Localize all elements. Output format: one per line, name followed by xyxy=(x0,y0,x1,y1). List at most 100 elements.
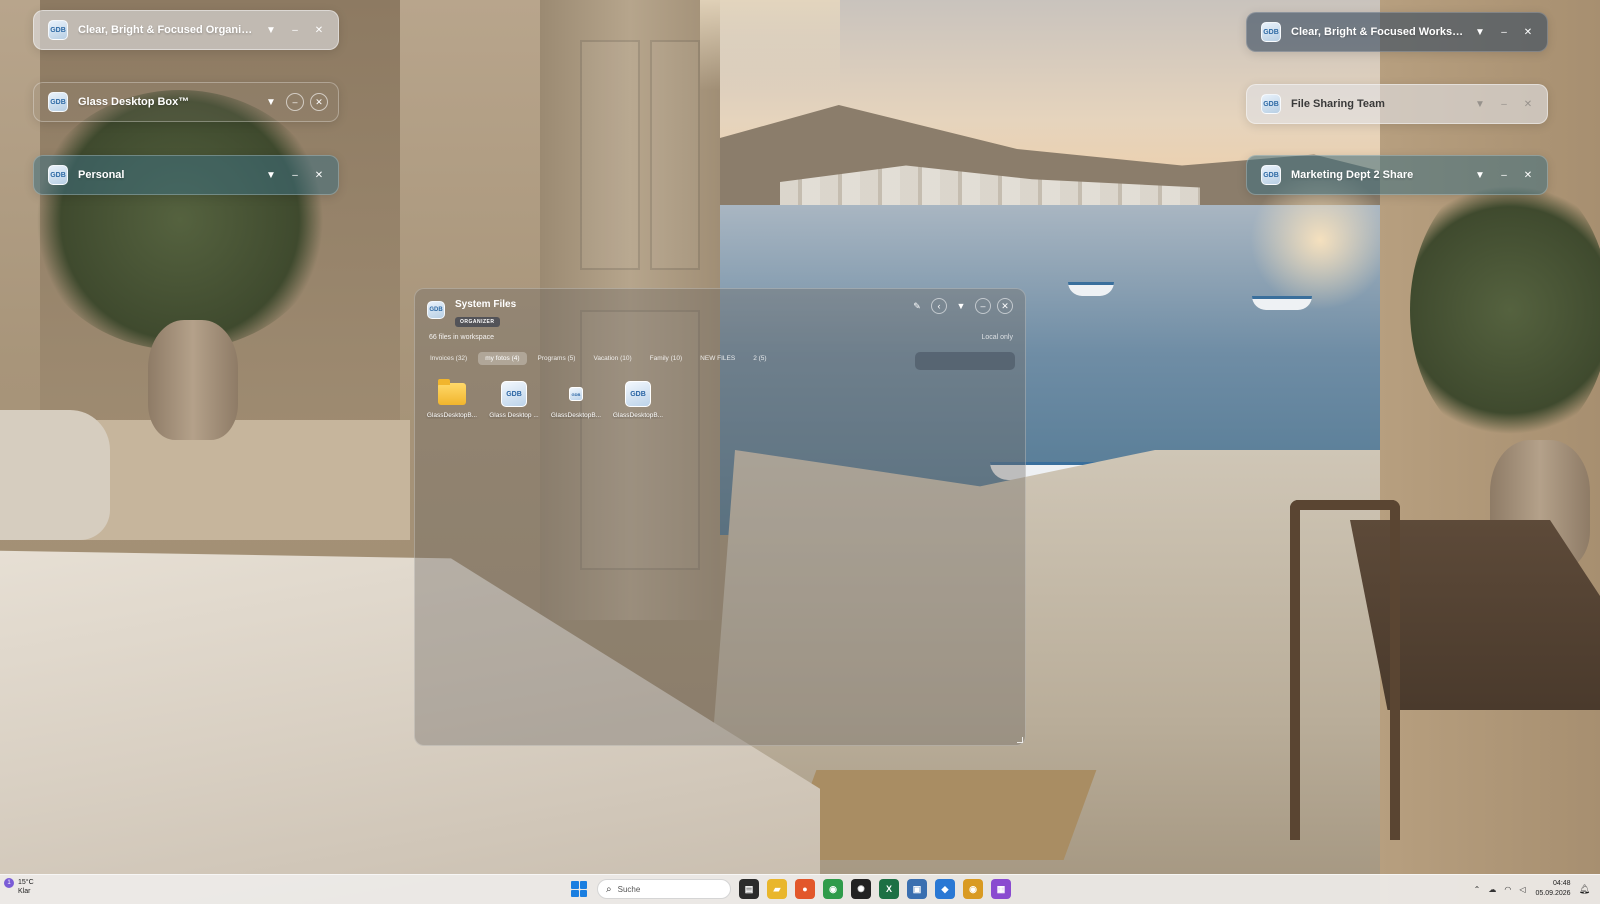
tab-my-fotos[interactable]: my fotos (4) xyxy=(478,352,527,365)
file-name: Glass Desktop ... xyxy=(489,412,539,419)
panel-controls: ✎ ‹ ▼ – ✕ xyxy=(903,298,1013,314)
file-name: GlassDesktopB... xyxy=(426,412,478,419)
fence-menu-button[interactable]: ▼ xyxy=(1471,23,1489,41)
tab-2[interactable]: 2 (5) xyxy=(746,352,773,365)
chrome-icon[interactable]: ◉ xyxy=(823,879,843,899)
fence-minimize-button[interactable]: – xyxy=(1495,23,1513,41)
fence-minimize-button[interactable]: – xyxy=(1495,166,1513,184)
app-purple-icon[interactable]: ▦ xyxy=(991,879,1011,899)
glass-desktop-logo-icon: GDB xyxy=(1261,22,1281,42)
glass-desktop-logo-icon: GDB xyxy=(1261,165,1281,185)
system-tray: ⌃ ☁ ◠ ◁ 04:48 05.09.2026 🔔︎ xyxy=(1466,879,1590,899)
gdb-file-icon: GDB xyxy=(501,381,527,407)
back-button[interactable]: ‹ xyxy=(931,298,947,314)
tab-new-files[interactable]: NEW FILES xyxy=(693,352,742,365)
fence-marketing-dept-2-share[interactable]: GDB Marketing Dept 2 Share ▼ – ✕ xyxy=(1246,155,1548,195)
tab-family[interactable]: Family (10) xyxy=(643,352,690,365)
fence-close-button[interactable]: ✕ xyxy=(310,93,328,111)
chatgpt-icon[interactable]: ✺ xyxy=(851,879,871,899)
panel-title: System Files xyxy=(455,299,517,310)
weather-badge: 1 xyxy=(4,878,14,888)
weather-desc: Klar xyxy=(18,888,31,895)
file-item[interactable]: GDB Glass Desktop ... xyxy=(483,381,545,419)
fence-menu-button[interactable]: ▼ xyxy=(262,21,280,39)
wallpaper-boat xyxy=(1068,282,1114,296)
panel-tabs: Invoices (32) my fotos (4) Programs (5) … xyxy=(423,352,778,365)
cloud-icon[interactable]: ☁ xyxy=(1488,885,1496,894)
app-blue-icon[interactable]: ◆ xyxy=(935,879,955,899)
fence-title: Personal xyxy=(78,169,125,181)
glass-desktop-logo-icon: GDB xyxy=(48,92,68,112)
taskbar-apps: ⌕ Suche ▤ ▰ ● ◉ ✺ X ▣ ◆ ◉ ▦ xyxy=(571,879,1011,899)
fence-minimize-button[interactable]: – xyxy=(286,93,304,111)
system-files-panel[interactable]: GDB System Files ORGANIZER ✎ ‹ ▼ – ✕ 66 … xyxy=(414,288,1026,746)
fence-menu-button[interactable]: ▼ xyxy=(1471,95,1489,113)
weather-widget[interactable]: 1 15°C Klar xyxy=(4,878,34,896)
fence-close-button[interactable]: ✕ xyxy=(1519,95,1537,113)
fence-organizer-2[interactable]: GDB Clear, Bright & Focused Organizer 2 … xyxy=(33,10,339,50)
volume-icon[interactable]: ◁ xyxy=(1519,885,1525,894)
panel-search-input[interactable] xyxy=(915,352,1015,370)
fence-menu-button[interactable]: ▼ xyxy=(1471,166,1489,184)
weather-temp: 15°C xyxy=(18,879,34,886)
glass-desktop-logo-icon: GDB xyxy=(48,165,68,185)
edit-icon[interactable]: ✎ xyxy=(909,298,925,314)
glass-desktop-logo-icon: GDB xyxy=(1261,94,1281,114)
gdb-file-icon: GDB xyxy=(625,381,651,407)
file-count: 66 files in workspace xyxy=(429,334,494,341)
fence-close-button[interactable]: ✕ xyxy=(310,21,328,39)
wallpaper-chair xyxy=(1290,500,1400,840)
fence-close-button[interactable]: ✕ xyxy=(1519,23,1537,41)
glass-desktop-icon[interactable]: ▣ xyxy=(907,879,927,899)
wallpaper-plant xyxy=(30,90,330,350)
fence-personal[interactable]: GDB Personal ▼ – ✕ xyxy=(33,155,339,195)
tab-programs[interactable]: Programs (5) xyxy=(531,352,583,365)
file-explorer-icon[interactable]: ▤ xyxy=(739,879,759,899)
fence-menu-button[interactable]: ▼ xyxy=(262,166,280,184)
clock[interactable]: 04:48 05.09.2026 xyxy=(1536,879,1571,899)
fence-workspace-1[interactable]: GDB Clear, Bright & Focused Workspace 1 … xyxy=(1246,12,1548,52)
fence-menu-button[interactable]: ▼ xyxy=(262,93,280,111)
wallpaper-vase xyxy=(148,320,238,440)
excel-icon[interactable]: X xyxy=(879,879,899,899)
clock-time: 04:48 xyxy=(1553,880,1571,887)
panel-close-button[interactable]: ✕ xyxy=(997,298,1013,314)
file-grid: GlassDesktopB... GDB Glass Desktop ... G… xyxy=(421,379,669,419)
fence-title: Marketing Dept 2 Share xyxy=(1291,169,1414,181)
wallpaper-plant xyxy=(1410,170,1600,450)
gdb-file-small-icon: GDB xyxy=(569,387,583,401)
tab-invoices[interactable]: Invoices (32) xyxy=(423,352,474,365)
wallpaper-pillow xyxy=(0,410,110,540)
file-name: GlassDesktopB... xyxy=(612,412,664,419)
wifi-icon[interactable]: ◠ xyxy=(1504,885,1511,894)
fence-close-button[interactable]: ✕ xyxy=(310,166,328,184)
fence-file-sharing-team[interactable]: GDB File Sharing Team ▼ – ✕ xyxy=(1246,84,1548,124)
tab-vacation[interactable]: Vacation (10) xyxy=(586,352,638,365)
organizer-badge: ORGANIZER xyxy=(455,317,500,327)
panel-minimize-button[interactable]: – xyxy=(975,298,991,314)
file-item[interactable]: GDB GlassDesktopB... xyxy=(607,381,669,419)
local-only-status: Local only xyxy=(981,334,1013,341)
start-button[interactable] xyxy=(571,881,587,897)
firefox-icon[interactable]: ● xyxy=(795,879,815,899)
fence-close-button[interactable]: ✕ xyxy=(1519,166,1537,184)
glass-desktop-logo-icon: GDB xyxy=(427,301,445,319)
fence-title: Clear, Bright & Focused Workspace 1 xyxy=(1291,26,1465,38)
fence-minimize-button[interactable]: – xyxy=(286,21,304,39)
resize-handle[interactable] xyxy=(1017,737,1023,743)
panel-menu-button[interactable]: ▼ xyxy=(953,298,969,314)
chevron-up-icon[interactable]: ⌃ xyxy=(1474,885,1481,894)
file-item[interactable]: GDB GlassDesktopB... xyxy=(545,381,607,419)
fence-minimize-button[interactable]: – xyxy=(1495,95,1513,113)
notification-bell-icon[interactable]: 🔔︎ xyxy=(1579,884,1590,895)
fence-minimize-button[interactable]: – xyxy=(286,166,304,184)
glass-desktop-logo-icon: GDB xyxy=(48,20,68,40)
taskbar-search[interactable]: ⌕ Suche xyxy=(597,879,731,899)
folder-icon[interactable]: ▰ xyxy=(767,879,787,899)
chrome-alt-icon[interactable]: ◉ xyxy=(963,879,983,899)
wallpaper-curtain xyxy=(700,0,840,90)
folder-icon xyxy=(438,379,466,405)
fence-glass-desktop-box[interactable]: GDB Glass Desktop Box™ ▼ – ✕ xyxy=(33,82,339,122)
file-item[interactable]: GlassDesktopB... xyxy=(421,379,483,419)
clock-date: 05.09.2026 xyxy=(1535,890,1571,897)
